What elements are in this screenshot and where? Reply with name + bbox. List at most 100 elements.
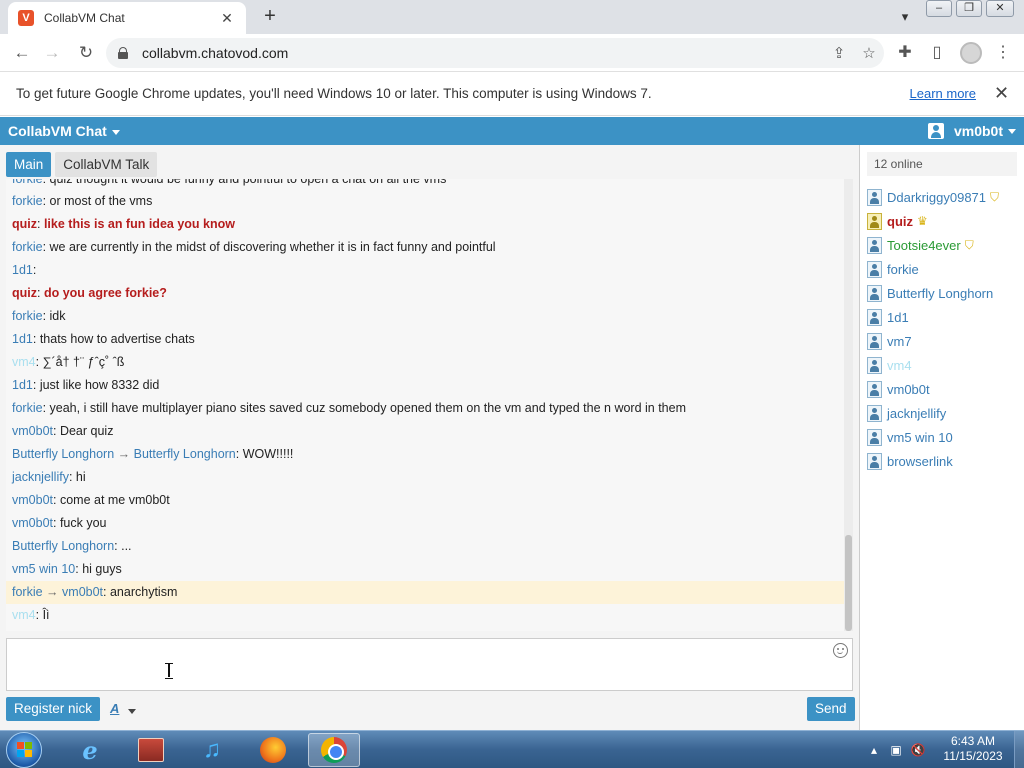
chevron-down-icon[interactable] [128, 709, 136, 714]
minimize-button[interactable]: – [926, 0, 952, 17]
user-name[interactable]: Tootsie4ever [887, 238, 961, 253]
message-recipient[interactable]: vm0b0t [62, 585, 103, 599]
user-name[interactable]: forkie [887, 262, 919, 277]
user-name[interactable]: 1d1 [887, 310, 909, 325]
back-arrow-icon[interactable]: ← [10, 41, 34, 65]
message-scrollbar[interactable] [844, 179, 853, 631]
lock-icon[interactable] [118, 47, 128, 59]
message-separator: : [53, 424, 60, 438]
scrollbar-thumb[interactable] [845, 535, 852, 631]
message-text: just like how 8332 did [39, 378, 160, 392]
tab-search-chevron-icon[interactable]: ▾ [894, 6, 916, 28]
message-nick[interactable]: forkie [12, 401, 43, 415]
chat-message: vm0b0t: Dear quiz [6, 420, 844, 443]
bookmark-star-icon[interactable]: ☆ [854, 44, 884, 62]
taskbar-music-player[interactable]: ♫ [186, 733, 238, 767]
message-nick[interactable]: Butterfly Longhorn [12, 539, 114, 553]
message-nick[interactable]: forkie [12, 309, 43, 323]
message-list[interactable]: forkie: quiz thought it would be funny a… [6, 179, 844, 631]
message-nick[interactable]: vm0b0t [12, 424, 53, 438]
chat-message: forkie: yeah, i still have multiplayer p… [6, 397, 844, 420]
user-list-item[interactable]: vm5 win 10 [867, 425, 1022, 449]
message-nick[interactable]: jacknjellify [12, 470, 69, 484]
message-nick[interactable]: vm4 [12, 608, 36, 622]
message-nick[interactable]: vm4 [12, 355, 36, 369]
taskbar-internet-explorer[interactable]: e [64, 733, 116, 767]
user-list-item[interactable]: jacknjellify [867, 401, 1022, 425]
user-name[interactable]: browserlink [887, 454, 953, 469]
user-list-item[interactable]: browserlink [867, 449, 1022, 473]
user-name[interactable]: jacknjellify [887, 406, 946, 421]
user-menu[interactable]: vm0b0t [927, 123, 1016, 139]
message-nick[interactable]: vm5 win 10 [12, 562, 75, 576]
user-name[interactable]: vm4 [887, 358, 912, 373]
user-name[interactable]: vm7 [887, 334, 912, 349]
extensions-puzzle-icon[interactable]: ✚ [894, 42, 916, 64]
infobar-close-icon[interactable]: ✕ [994, 83, 1009, 104]
reload-icon[interactable]: ↻ [74, 41, 98, 65]
user-name[interactable]: quiz [887, 214, 913, 229]
tray-expand-icon[interactable]: ▴ [866, 742, 882, 758]
message-nick[interactable]: 1d1 [12, 378, 33, 392]
user-name[interactable]: Ddarkriggy09871 [887, 190, 986, 205]
user-list-item[interactable]: 1d1 [867, 305, 1022, 329]
message-input[interactable] [6, 638, 853, 691]
message-text: yeah, i still have multiplayer piano sit… [49, 401, 686, 415]
share-icon[interactable]: ⇪ [824, 44, 854, 62]
message-nick[interactable]: Butterfly Longhorn [12, 447, 114, 461]
message-nick[interactable]: forkie [12, 585, 43, 599]
show-desktop-button[interactable] [1014, 731, 1024, 768]
message-nick[interactable]: quiz [12, 217, 37, 231]
user-list-item[interactable]: quiz ♛ [867, 209, 1022, 233]
taskbar-chrome[interactable] [308, 733, 360, 767]
side-panel-icon[interactable]: ▯ [926, 42, 948, 64]
clock[interactable]: 6:43 AM 11/15/2023 [932, 734, 1014, 764]
address-bar[interactable]: collabvm.chatovod.com ⇪ ☆ [106, 38, 884, 68]
user-name[interactable]: Butterfly Longhorn [887, 286, 993, 301]
user-name[interactable]: vm5 win 10 [887, 430, 953, 445]
user-list-item[interactable]: vm0b0t [867, 377, 1022, 401]
user-list-item[interactable]: Tootsie4ever ⛉ [867, 233, 1022, 257]
smiley-icon[interactable] [833, 643, 848, 658]
url-text[interactable]: collabvm.chatovod.com [142, 45, 824, 61]
menu-kebab-icon[interactable]: ⋮ [992, 42, 1014, 64]
chat-panel: Main CollabVM Talk forkie: quiz thought … [0, 145, 860, 730]
message-text: come at me vm0b0t [59, 493, 170, 507]
tab-close-icon[interactable]: ✕ [218, 10, 236, 27]
tab-main[interactable]: Main [6, 152, 52, 177]
font-style-button[interactable]: A [110, 701, 119, 716]
user-name[interactable]: vm0b0t [887, 382, 930, 397]
taskbar-firefox[interactable] [247, 733, 299, 767]
message-nick[interactable]: forkie [12, 179, 43, 186]
message-nick[interactable]: 1d1 [12, 332, 33, 346]
internet-explorer-icon: e [82, 735, 98, 765]
message-nick[interactable]: quiz [12, 286, 37, 300]
network-icon[interactable]: ▣ [888, 742, 904, 758]
user-list-item[interactable]: vm4 [867, 353, 1022, 377]
browser-tab[interactable]: V CollabVM Chat ✕ [8, 2, 246, 34]
start-button[interactable] [6, 732, 42, 768]
learn-more-link[interactable]: Learn more [910, 86, 976, 101]
message-nick[interactable]: vm0b0t [12, 516, 53, 530]
message-text: hi guys [82, 562, 122, 576]
message-recipient[interactable]: Butterfly Longhorn [134, 447, 236, 461]
user-list-item[interactable]: vm7 [867, 329, 1022, 353]
message-nick[interactable]: vm0b0t [12, 493, 53, 507]
user-list-item[interactable]: forkie [867, 257, 1022, 281]
forward-arrow-icon[interactable]: → [40, 41, 64, 65]
volume-muted-icon[interactable]: 🔇 [910, 742, 926, 758]
user-list-item[interactable]: Ddarkriggy09871 ⛉ [867, 185, 1022, 209]
close-window-button[interactable]: ✕ [986, 0, 1014, 17]
app-title-menu[interactable]: CollabVM Chat [8, 123, 120, 139]
restore-button[interactable]: ❐ [956, 0, 982, 17]
new-tab-button[interactable]: + [258, 4, 282, 28]
profile-avatar[interactable] [960, 42, 982, 64]
taskbar-store[interactable] [125, 733, 177, 767]
message-nick[interactable]: forkie [12, 194, 43, 208]
tab-collabvm-talk[interactable]: CollabVM Talk [55, 152, 158, 177]
message-nick[interactable]: 1d1 [12, 263, 33, 277]
send-button[interactable]: Send [807, 697, 855, 721]
user-list-item[interactable]: Butterfly Longhorn [867, 281, 1022, 305]
message-nick[interactable]: forkie [12, 240, 43, 254]
register-nick-button[interactable]: Register nick [6, 697, 101, 721]
